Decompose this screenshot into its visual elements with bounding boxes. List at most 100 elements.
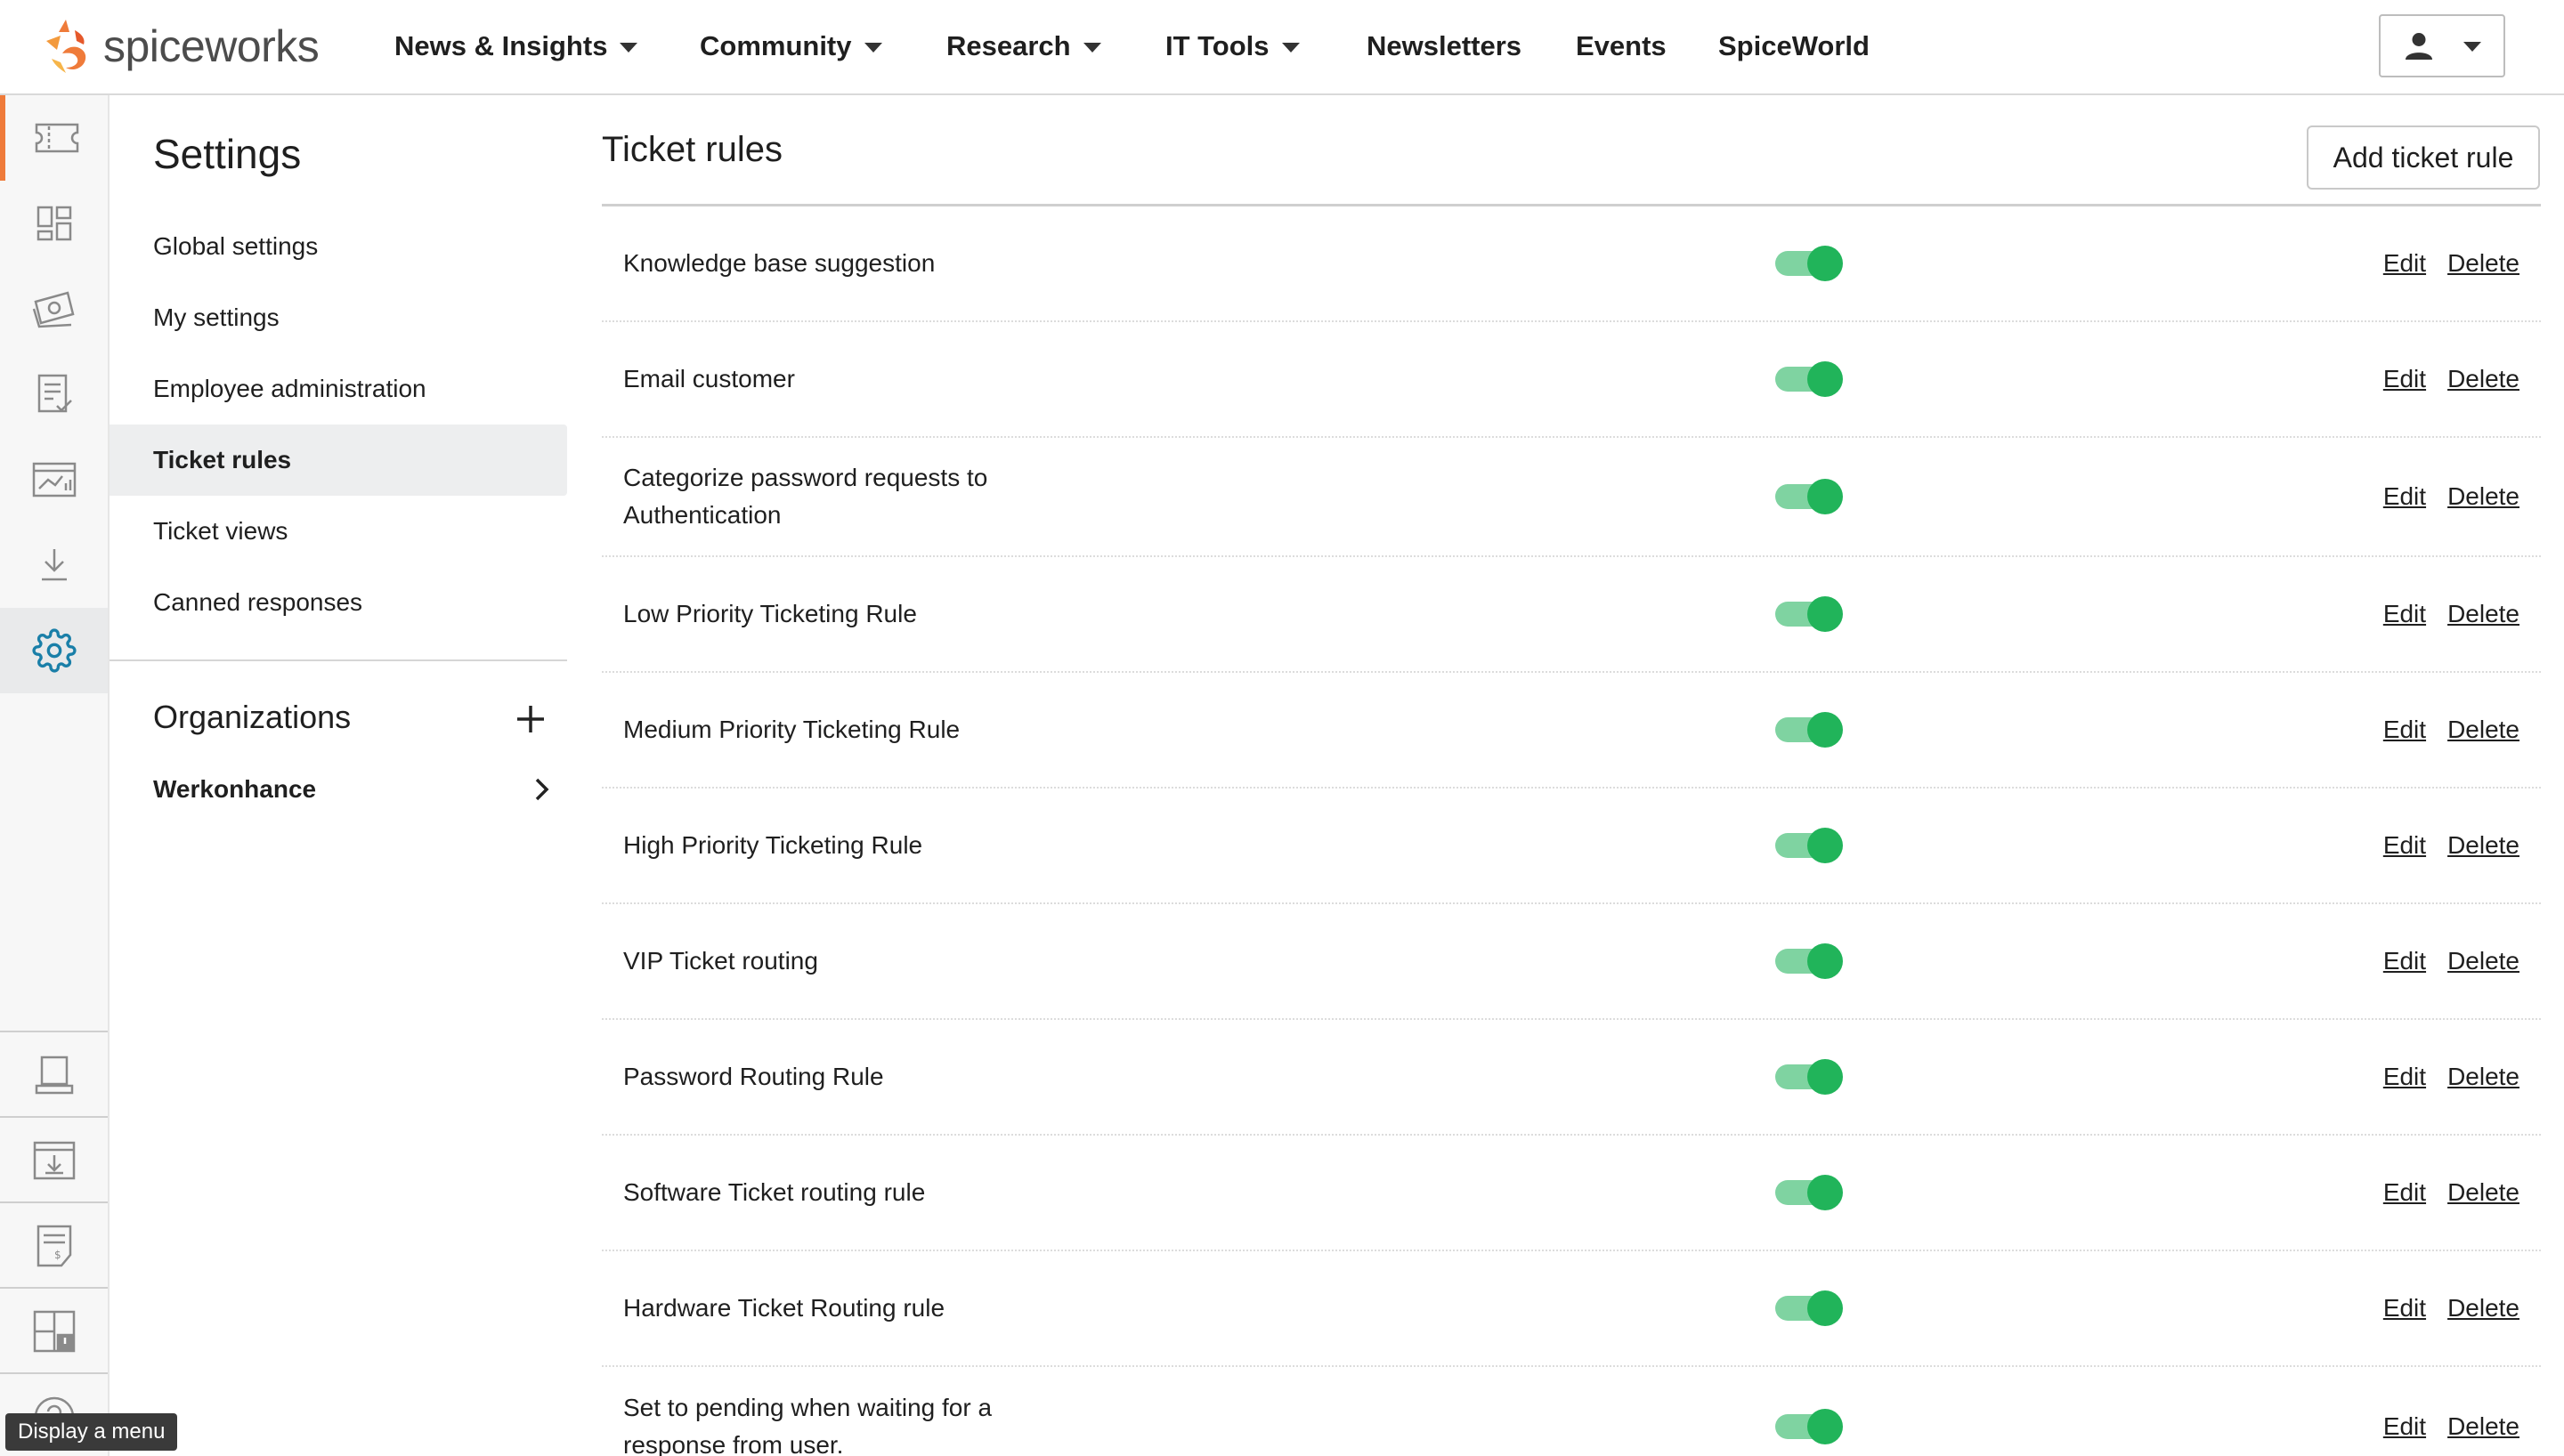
nav-research-label: Research [946,30,1071,61]
settings-divider [110,659,567,661]
left-icon-rail: $ [0,95,110,1456]
rule-actions: Edit Delete [2383,947,2519,975]
user-menu-button[interactable] [2379,14,2505,77]
edit-link[interactable]: Edit [2383,1412,2426,1441]
nav-community[interactable]: Community [700,25,882,68]
rule-name: Email customer [623,365,795,392]
nav-it-tools[interactable]: IT Tools [1165,25,1300,68]
settings-icon [31,628,77,673]
reports-icon [37,374,72,413]
rule-enabled-toggle[interactable] [1775,1175,1845,1210]
organization-item[interactable]: Werkonhance [153,772,552,807]
settings-item-global[interactable]: Global settings [110,211,567,282]
rail-analytics[interactable] [0,437,108,522]
edit-link[interactable]: Edit [2383,1178,2426,1207]
rail-devices[interactable] [0,1032,108,1118]
rule-name: Medium Priority Ticketing Rule [623,716,961,743]
edit-link[interactable]: Edit [2383,1294,2426,1323]
caret-down-icon [620,42,638,53]
rule-enabled-toggle[interactable] [1775,246,1845,281]
nav-news-insights[interactable]: News & Insights [394,25,638,68]
rule-row: Knowledge base suggestion Edit Delete [602,206,2541,322]
rule-actions: Edit Delete [2383,716,2519,744]
delete-link[interactable]: Delete [2447,600,2519,628]
rule-enabled-toggle[interactable] [1775,596,1845,632]
rule-actions: Edit Delete [2383,365,2519,393]
rule-row: Medium Priority Ticketing Rule Edit Delet… [602,673,2541,789]
edit-link[interactable]: Edit [2383,482,2426,511]
laptop-icon [35,1056,73,1095]
rail-settings[interactable] [0,608,108,693]
delete-link[interactable]: Delete [2447,1178,2519,1207]
rule-enabled-toggle[interactable] [1775,1059,1845,1095]
settings-item-employee-admin[interactable]: Employee administration [110,353,567,425]
settings-item-my-settings[interactable]: My settings [110,282,567,353]
rule-enabled-toggle[interactable] [1775,943,1845,979]
edit-link[interactable]: Edit [2383,716,2426,744]
caret-down-icon [1083,42,1101,53]
chevron-down-icon [2463,42,2481,52]
edit-link[interactable]: Edit [2383,831,2426,860]
add-ticket-rule-button[interactable]: Add ticket rule [2307,125,2540,190]
toggle-knob [1807,1290,1843,1326]
delete-link[interactable]: Delete [2447,482,2519,511]
delete-link[interactable]: Delete [2447,249,2519,278]
organization-name: Werkonhance [153,775,317,803]
nav-newsletters-label: Newsletters [1367,30,1522,61]
settings-item-canned-responses[interactable]: Canned responses [110,567,567,638]
nav-it-tools-label: IT Tools [1165,30,1270,61]
nav-newsletters[interactable]: Newsletters [1367,25,1521,68]
rule-name: Low Priority Ticketing Rule [623,600,917,627]
rail-downloads[interactable] [0,522,108,608]
delete-link[interactable]: Delete [2447,716,2519,744]
rule-enabled-toggle[interactable] [1775,712,1845,748]
rule-enabled-toggle[interactable] [1775,1290,1845,1326]
rule-row: Set to pending when waiting for a respon… [602,1367,2541,1456]
ticket-icon [35,123,78,153]
invoice-icon: $ [37,1225,71,1267]
rule-name: Hardware Ticket Routing rule [623,1294,945,1322]
delete-link[interactable]: Delete [2447,831,2519,860]
rule-enabled-toggle[interactable] [1775,828,1845,863]
inventory-icon [32,291,75,328]
rule-name: Software Ticket routing rule [623,1178,926,1206]
nav-events-label: Events [1576,30,1667,61]
rail-reports[interactable] [0,352,108,437]
delete-link[interactable]: Delete [2447,1063,2519,1091]
edit-link[interactable]: Edit [2383,947,2426,975]
rail-dashboard[interactable] [0,181,108,266]
delete-link[interactable]: Delete [2447,1294,2519,1323]
rail-install[interactable] [0,1118,108,1203]
edit-link[interactable]: Edit [2383,1063,2426,1091]
delete-link[interactable]: Delete [2447,947,2519,975]
nav-spiceworld-label: SpiceWorld [1718,30,1870,61]
rule-enabled-toggle[interactable] [1775,479,1845,514]
display-menu-tooltip: Display a menu [5,1413,178,1451]
rule-row: Email customer Edit Delete [602,322,2541,438]
rail-layout[interactable] [0,1289,108,1374]
delete-link[interactable]: Delete [2447,365,2519,393]
nav-spiceworld[interactable]: SpiceWorld [1718,25,1870,68]
edit-link[interactable]: Edit [2383,249,2426,278]
delete-link[interactable]: Delete [2447,1412,2519,1441]
rail-tickets[interactable] [0,95,108,181]
toggle-knob [1807,943,1843,979]
rule-enabled-toggle[interactable] [1775,1409,1845,1444]
rail-inventory[interactable] [0,266,108,352]
edit-link[interactable]: Edit [2383,365,2426,393]
rule-enabled-toggle[interactable] [1775,361,1845,397]
rail-billing[interactable]: $ [0,1203,108,1289]
caret-down-icon [1281,42,1300,53]
add-organization-icon[interactable] [515,703,547,735]
settings-item-ticket-rules[interactable]: Ticket rules [110,425,567,496]
edit-link[interactable]: Edit [2383,600,2426,628]
toggle-knob [1807,828,1843,863]
nav-news-insights-label: News & Insights [394,30,608,61]
chevron-right-icon [535,778,549,801]
top-navigation-bar: spiceworks News & Insights Community Res… [0,0,2564,95]
toggle-knob [1807,1409,1843,1444]
nav-research[interactable]: Research [946,25,1101,68]
caret-down-icon [864,42,882,53]
nav-events[interactable]: Events [1576,25,1667,68]
settings-item-ticket-views[interactable]: Ticket views [110,496,567,567]
